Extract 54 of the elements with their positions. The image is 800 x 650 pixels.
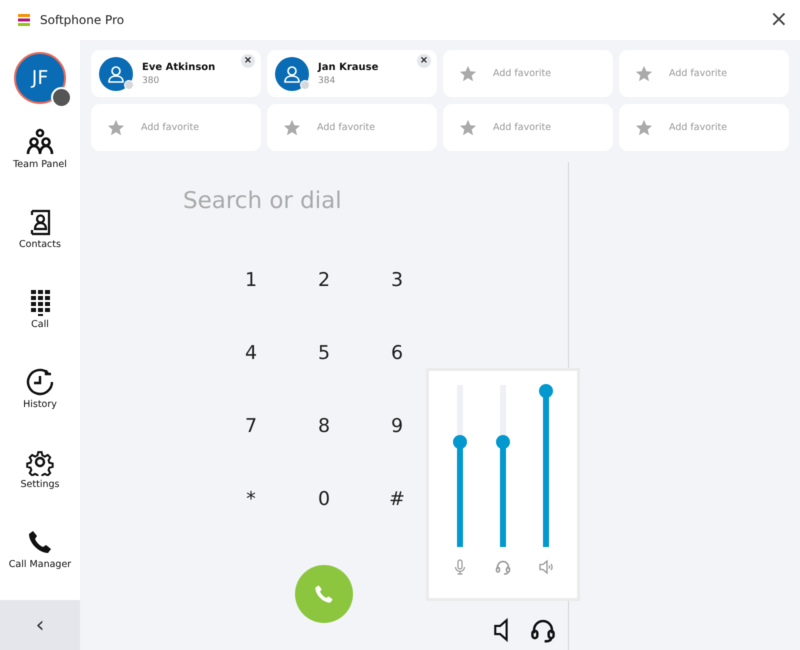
remove-button[interactable]: × — [417, 54, 431, 68]
star-icon — [283, 118, 301, 136]
add-favorite-label: Add favorite — [493, 122, 552, 133]
favorite-card[interactable]: Jan Krause 384 × — [267, 50, 437, 97]
dial-key[interactable]: 7 — [231, 406, 271, 446]
settings-icon — [26, 448, 54, 476]
search-field[interactable]: Search or dial — [165, 188, 483, 214]
dial-key[interactable]: 9 — [377, 406, 417, 446]
add-favorite-label: Add favorite — [317, 122, 376, 133]
headset-icon[interactable] — [530, 617, 556, 643]
dial-key[interactable]: 4 — [231, 332, 271, 372]
dial-key[interactable]: * — [231, 478, 271, 518]
dial-key[interactable]: 1 — [231, 260, 271, 300]
contact-extension: 380 — [142, 76, 160, 86]
phone-icon — [26, 528, 54, 556]
sidebar-item[interactable]: Team Panel — [0, 112, 80, 192]
collapse-button[interactable]: ‹ — [0, 600, 80, 650]
add-favorite-label: Add favorite — [669, 68, 728, 79]
star-icon — [107, 118, 125, 136]
dial-key[interactable]: # — [377, 478, 417, 518]
close-button[interactable]: × — [770, 9, 788, 31]
star-icon — [635, 64, 653, 82]
star-icon — [459, 64, 477, 82]
dial-key[interactable]: 2 — [304, 260, 344, 300]
sidebar-item[interactable]: Call Manager — [0, 512, 80, 592]
contact-avatar — [275, 56, 309, 90]
sidebar-item[interactable]: Call — [0, 272, 80, 352]
dial-key[interactable]: 8 — [304, 406, 344, 446]
contact-extension: 384 — [318, 76, 336, 86]
window-title: Softphone Pro — [40, 13, 126, 27]
team-icon — [26, 128, 54, 156]
clock-icon — [26, 368, 54, 396]
remove-button[interactable]: × — [241, 54, 255, 68]
phone-icon — [313, 583, 335, 605]
dial-key[interactable]: 5 — [304, 332, 344, 372]
favorite-card[interactable]: Eve Atkinson 380 × — [91, 50, 261, 97]
add-favorite-label: Add favorite — [493, 68, 552, 79]
sidebar-item[interactable]: History — [0, 352, 80, 432]
sidebar-item[interactable]: Settings — [0, 432, 80, 512]
star-icon — [459, 118, 477, 136]
contact-avatar — [99, 56, 133, 90]
headphones-icon — [494, 559, 511, 575]
user-initials: JF — [32, 67, 48, 89]
contact-name: Jan Krause — [318, 62, 378, 72]
add-favorite-label: Add favorite — [141, 122, 200, 133]
sidebar-item[interactable]: Contacts — [0, 192, 80, 272]
star-icon — [635, 118, 653, 136]
contact-name: Eve Atkinson — [142, 62, 216, 72]
add-favorite-label: Add favorite — [669, 122, 728, 133]
dial-key[interactable]: 0 — [304, 478, 344, 518]
dial-key[interactable]: 3 — [377, 260, 417, 300]
app-logo — [18, 14, 30, 26]
volume-icon — [538, 559, 554, 575]
dial-key[interactable]: 6 — [377, 332, 417, 372]
